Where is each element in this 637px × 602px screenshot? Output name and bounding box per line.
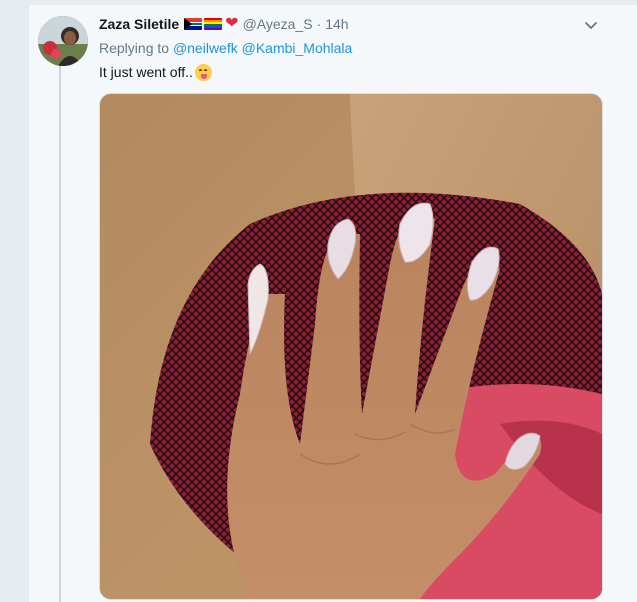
red-heart-icon: ❤ xyxy=(225,15,239,32)
name-emojis: ❤ xyxy=(184,15,239,32)
south-africa-flag-icon xyxy=(184,18,203,30)
replying-label: Replying to xyxy=(99,40,170,56)
tweet-text: It just went off.. xyxy=(99,62,212,82)
chevron-down-icon[interactable] xyxy=(583,17,599,33)
thread-line xyxy=(59,66,61,602)
rainbow-flag-icon xyxy=(204,18,223,30)
user-handle[interactable]: @Ayeza_S xyxy=(243,14,313,34)
separator-dot: · xyxy=(316,16,322,32)
face-savoring-food-icon xyxy=(194,63,212,81)
tweet-text-body: It just went off.. xyxy=(99,64,193,80)
photo-image-icon xyxy=(100,94,602,599)
avatar[interactable] xyxy=(38,16,88,66)
avatar-image xyxy=(38,16,88,66)
reply-mention[interactable]: @Kambi_Mohlala xyxy=(242,40,353,56)
replying-to: Replying to @neilwefk @Kambi_Mohlala xyxy=(99,38,352,58)
tweet-photo[interactable] xyxy=(99,93,603,600)
display-name[interactable]: Zaza Siletile xyxy=(99,14,179,34)
reply-mention[interactable]: @neilwefk xyxy=(173,40,238,56)
tweet-header: Zaza Siletile ❤ @Ayeza_S · 14h xyxy=(99,14,349,34)
timestamp[interactable]: 14h xyxy=(325,14,348,34)
